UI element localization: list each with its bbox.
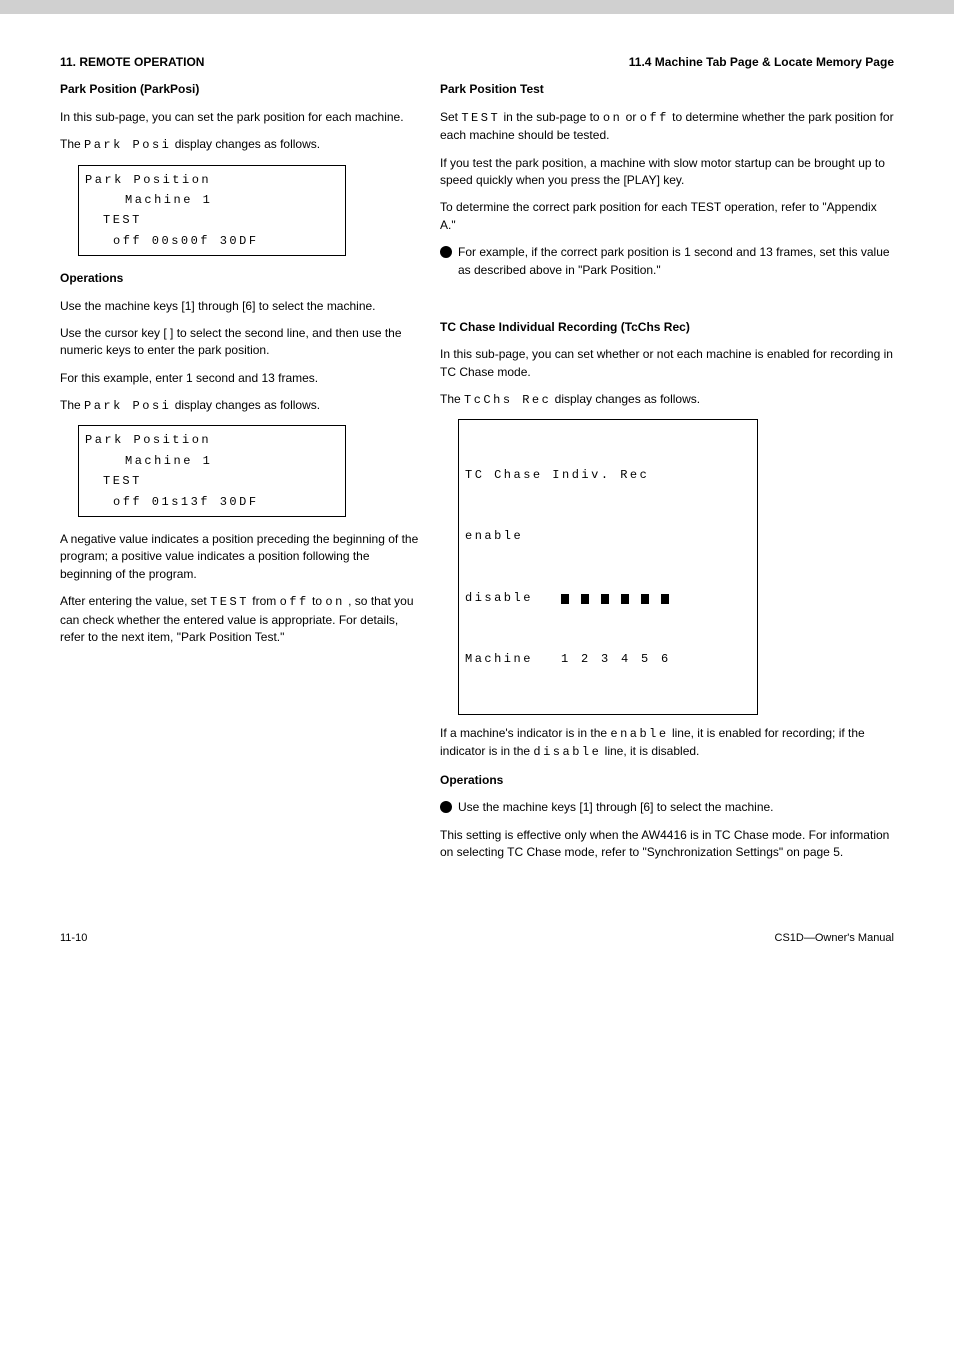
tc-line1: TC Chase Indiv. Rec (465, 465, 751, 485)
tcchs-rec-label: TcChs Rec (464, 393, 551, 407)
display-change-text-2: The Park Posi display changes as follows… (60, 397, 420, 415)
machine-num-6: 6 (661, 649, 669, 669)
park-posi-label-2: Park Posi (84, 399, 171, 413)
footer-doc-title: CS1D—Owner's Manual (775, 931, 894, 947)
op-row-2a: Use the cursor key [ ] to select the sec… (60, 325, 420, 360)
park-position-display-2: Park Position Machine 1 TEST off 01s13f … (78, 425, 346, 517)
op-row-3: After entering the value, set TEST from … (60, 593, 420, 646)
disp1-line3: TEST (85, 210, 339, 230)
machine-num-3: 3 (601, 649, 609, 669)
tcchs-heading: TC Chase Individual Recording (TcChs Rec… (440, 319, 894, 336)
display-change-text-1: The Park Posi display changes as follows… (60, 136, 420, 154)
tcchs-display-text: The TcChs Rec display changes as follows… (440, 391, 894, 409)
tcchs-bullet: Use the machine keys [1] through [6] to … (440, 799, 894, 816)
disable-indicator-6 (661, 594, 669, 604)
op-row-1: Use the machine keys [1] through [6] to … (60, 298, 420, 315)
park-test-p3: To determine the correct park position f… (440, 199, 894, 234)
operations-heading-1: Operations (60, 270, 420, 287)
machine-num-1: 1 (561, 649, 569, 669)
tcchs-intro: In this sub-page, you can set whether or… (440, 346, 894, 381)
top-divider (0, 0, 954, 14)
disable-indicator-3 (601, 594, 609, 604)
tcchs-note: This setting is effective only when the … (440, 827, 894, 862)
park-test-heading: Park Position Test (440, 81, 894, 98)
tc-chase-display: TC Chase Indiv. Rec enable disable Machi… (458, 419, 758, 714)
park-posi-label-1: Park Posi (84, 138, 171, 152)
park-position-intro: In this sub-page, you can set the park p… (60, 109, 420, 126)
disable-indicator-1 (561, 594, 569, 604)
disp1-line1: Park Position (85, 170, 339, 190)
disp2-line4: off 01s13f 30DF (85, 492, 339, 512)
disp2-line3: TEST (85, 471, 339, 491)
op-row-2b: For this example, enter 1 second and 13 … (60, 370, 420, 387)
tc-line4: Machine 1 2 3 4 5 6 (465, 649, 751, 669)
disp2-line2: Machine 1 (85, 451, 339, 471)
disp1-line4: off 00s00f 30DF (85, 231, 339, 251)
tc-line2: enable (465, 526, 751, 546)
page-header-right: 11.4 Machine Tab Page & Locate Memory Pa… (420, 54, 894, 71)
footer-page-number: 11-10 (60, 931, 87, 947)
machine-num-5: 5 (641, 649, 649, 669)
tcchs-enable-disable-text: If a machine's indicator is in the enabl… (440, 725, 894, 762)
park-test-p2: If you test the park position, a machine… (440, 155, 894, 190)
park-position-heading: Park Position (ParkPosi) (60, 81, 420, 98)
park-test-p1: Set TEST in the sub-page to on or off to… (440, 109, 894, 145)
disable-indicator-4 (621, 594, 629, 604)
disable-indicator-2 (581, 594, 589, 604)
tc-line3: disable (465, 588, 751, 608)
disp2-line1: Park Position (85, 430, 339, 450)
park-position-note: A negative value indicates a position pr… (60, 531, 420, 583)
park-test-bullet: For example, if the correct park positio… (440, 244, 894, 279)
disp1-line2: Machine 1 (85, 190, 339, 210)
park-position-display-1: Park Position Machine 1 TEST off 00s00f … (78, 165, 346, 257)
machine-num-4: 4 (621, 649, 629, 669)
disable-indicator-5 (641, 594, 649, 604)
machine-num-2: 2 (581, 649, 589, 669)
page-header-left: 11. REMOTE OPERATION (60, 54, 420, 71)
operations-heading-2: Operations (440, 772, 894, 789)
